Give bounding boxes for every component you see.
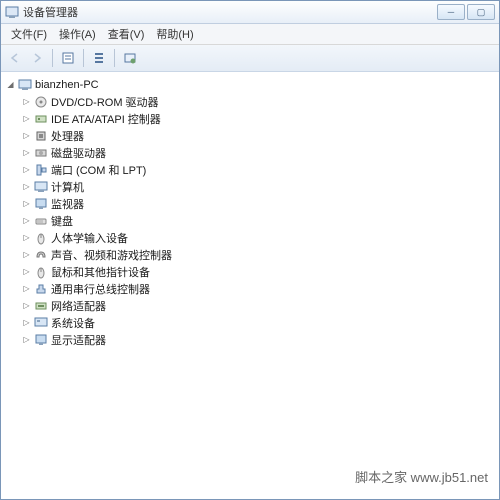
minimize-button[interactable]: ─ bbox=[437, 4, 465, 20]
item-label: IDE ATA/ATAPI 控制器 bbox=[51, 111, 161, 127]
tree-item[interactable]: ▷ DVD/CD-ROM 驱动器 bbox=[21, 93, 497, 110]
tree-item[interactable]: ▷ 键盘 bbox=[21, 212, 497, 229]
device-icon bbox=[34, 163, 48, 177]
menu-file[interactable]: 文件(F) bbox=[5, 26, 53, 42]
device-icon bbox=[34, 265, 48, 279]
expand-icon[interactable]: ▷ bbox=[21, 300, 32, 311]
expand-icon[interactable]: ▷ bbox=[21, 232, 32, 243]
item-label: 监视器 bbox=[51, 196, 84, 212]
collapse-icon[interactable]: ◢ bbox=[5, 79, 16, 90]
expand-icon[interactable]: ▷ bbox=[21, 283, 32, 294]
tree-item[interactable]: ▷ 磁盘驱动器 bbox=[21, 144, 497, 161]
item-label: 磁盘驱动器 bbox=[51, 145, 106, 161]
separator bbox=[83, 49, 84, 67]
device-icon bbox=[34, 112, 48, 126]
menubar: 文件(F) 操作(A) 查看(V) 帮助(H) bbox=[1, 24, 499, 45]
tree-item[interactable]: ▷ IDE ATA/ATAPI 控制器 bbox=[21, 110, 497, 127]
refresh-button[interactable] bbox=[120, 48, 140, 68]
toolbar bbox=[1, 45, 499, 72]
expand-icon[interactable]: ▷ bbox=[21, 113, 32, 124]
tree-item[interactable]: ▷ 声音、视频和游戏控制器 bbox=[21, 246, 497, 263]
expand-icon[interactable]: ▷ bbox=[21, 334, 32, 345]
device-icon bbox=[34, 333, 48, 347]
device-icon bbox=[34, 180, 48, 194]
expand-icon[interactable]: ▷ bbox=[21, 198, 32, 209]
tree-item[interactable]: ▷ 计算机 bbox=[21, 178, 497, 195]
window-title: 设备管理器 bbox=[23, 4, 78, 20]
menu-action[interactable]: 操作(A) bbox=[53, 26, 102, 42]
app-icon bbox=[5, 5, 19, 19]
item-label: 人体学输入设备 bbox=[51, 230, 128, 246]
tree-item[interactable]: ▷ 网络适配器 bbox=[21, 297, 497, 314]
expand-icon[interactable]: ▷ bbox=[21, 96, 32, 107]
expand-icon[interactable]: ▷ bbox=[21, 266, 32, 277]
device-icon bbox=[34, 248, 48, 262]
item-label: 网络适配器 bbox=[51, 298, 106, 314]
device-icon bbox=[34, 231, 48, 245]
computer-icon bbox=[18, 78, 32, 92]
expand-icon[interactable]: ▷ bbox=[21, 181, 32, 192]
item-label: DVD/CD-ROM 驱动器 bbox=[51, 94, 159, 110]
titlebar[interactable]: 设备管理器 ─ ▢ bbox=[1, 1, 499, 24]
expand-icon[interactable]: ▷ bbox=[21, 249, 32, 260]
menu-help[interactable]: 帮助(H) bbox=[150, 26, 199, 42]
expand-icon[interactable]: ▷ bbox=[21, 215, 32, 226]
back-button[interactable] bbox=[5, 48, 25, 68]
item-label: 键盘 bbox=[51, 213, 73, 229]
device-icon bbox=[34, 129, 48, 143]
list-button[interactable] bbox=[89, 48, 109, 68]
item-label: 计算机 bbox=[51, 179, 84, 195]
tree-item[interactable]: ▷ 显示适配器 bbox=[21, 331, 497, 348]
forward-button[interactable] bbox=[27, 48, 47, 68]
tree-item[interactable]: ▷ 通用串行总线控制器 bbox=[21, 280, 497, 297]
tree-item[interactable]: ▷ 系统设备 bbox=[21, 314, 497, 331]
maximize-button[interactable]: ▢ bbox=[467, 4, 495, 20]
item-label: 处理器 bbox=[51, 128, 84, 144]
root-label: bianzhen-PC bbox=[35, 79, 99, 91]
item-label: 鼠标和其他指针设备 bbox=[51, 264, 150, 280]
tree-item[interactable]: ▷ 监视器 bbox=[21, 195, 497, 212]
device-icon bbox=[34, 95, 48, 109]
separator bbox=[52, 49, 53, 67]
device-icon bbox=[34, 282, 48, 296]
properties-button[interactable] bbox=[58, 48, 78, 68]
separator bbox=[114, 49, 115, 67]
device-icon bbox=[34, 299, 48, 313]
item-label: 通用串行总线控制器 bbox=[51, 281, 150, 297]
device-icon bbox=[34, 316, 48, 330]
device-manager-window: 设备管理器 ─ ▢ 文件(F) 操作(A) 查看(V) 帮助(H) ◢ bian… bbox=[0, 0, 500, 500]
expand-icon[interactable]: ▷ bbox=[21, 317, 32, 328]
item-label: 声音、视频和游戏控制器 bbox=[51, 247, 172, 263]
device-tree[interactable]: ◢ bianzhen-PC ▷ DVD/CD-ROM 驱动器 ▷ IDE ATA/AT… bbox=[1, 72, 499, 499]
tree-item[interactable]: ▷ 鼠标和其他指针设备 bbox=[21, 263, 497, 280]
device-icon bbox=[34, 197, 48, 211]
menu-view[interactable]: 查看(V) bbox=[102, 26, 151, 42]
tree-item[interactable]: ▷ 处理器 bbox=[21, 127, 497, 144]
expand-icon[interactable]: ▷ bbox=[21, 147, 32, 158]
expand-icon[interactable]: ▷ bbox=[21, 164, 32, 175]
watermark: 脚本之家 www.jb51.net bbox=[355, 467, 488, 486]
device-icon bbox=[34, 146, 48, 160]
item-label: 系统设备 bbox=[51, 315, 95, 331]
expand-icon[interactable]: ▷ bbox=[21, 130, 32, 141]
item-label: 显示适配器 bbox=[51, 332, 106, 348]
tree-item[interactable]: ▷ 人体学输入设备 bbox=[21, 229, 497, 246]
item-label: 端口 (COM 和 LPT) bbox=[51, 162, 146, 178]
tree-item[interactable]: ▷ 端口 (COM 和 LPT) bbox=[21, 161, 497, 178]
tree-root[interactable]: ◢ bianzhen-PC bbox=[5, 76, 497, 93]
device-icon bbox=[34, 214, 48, 228]
